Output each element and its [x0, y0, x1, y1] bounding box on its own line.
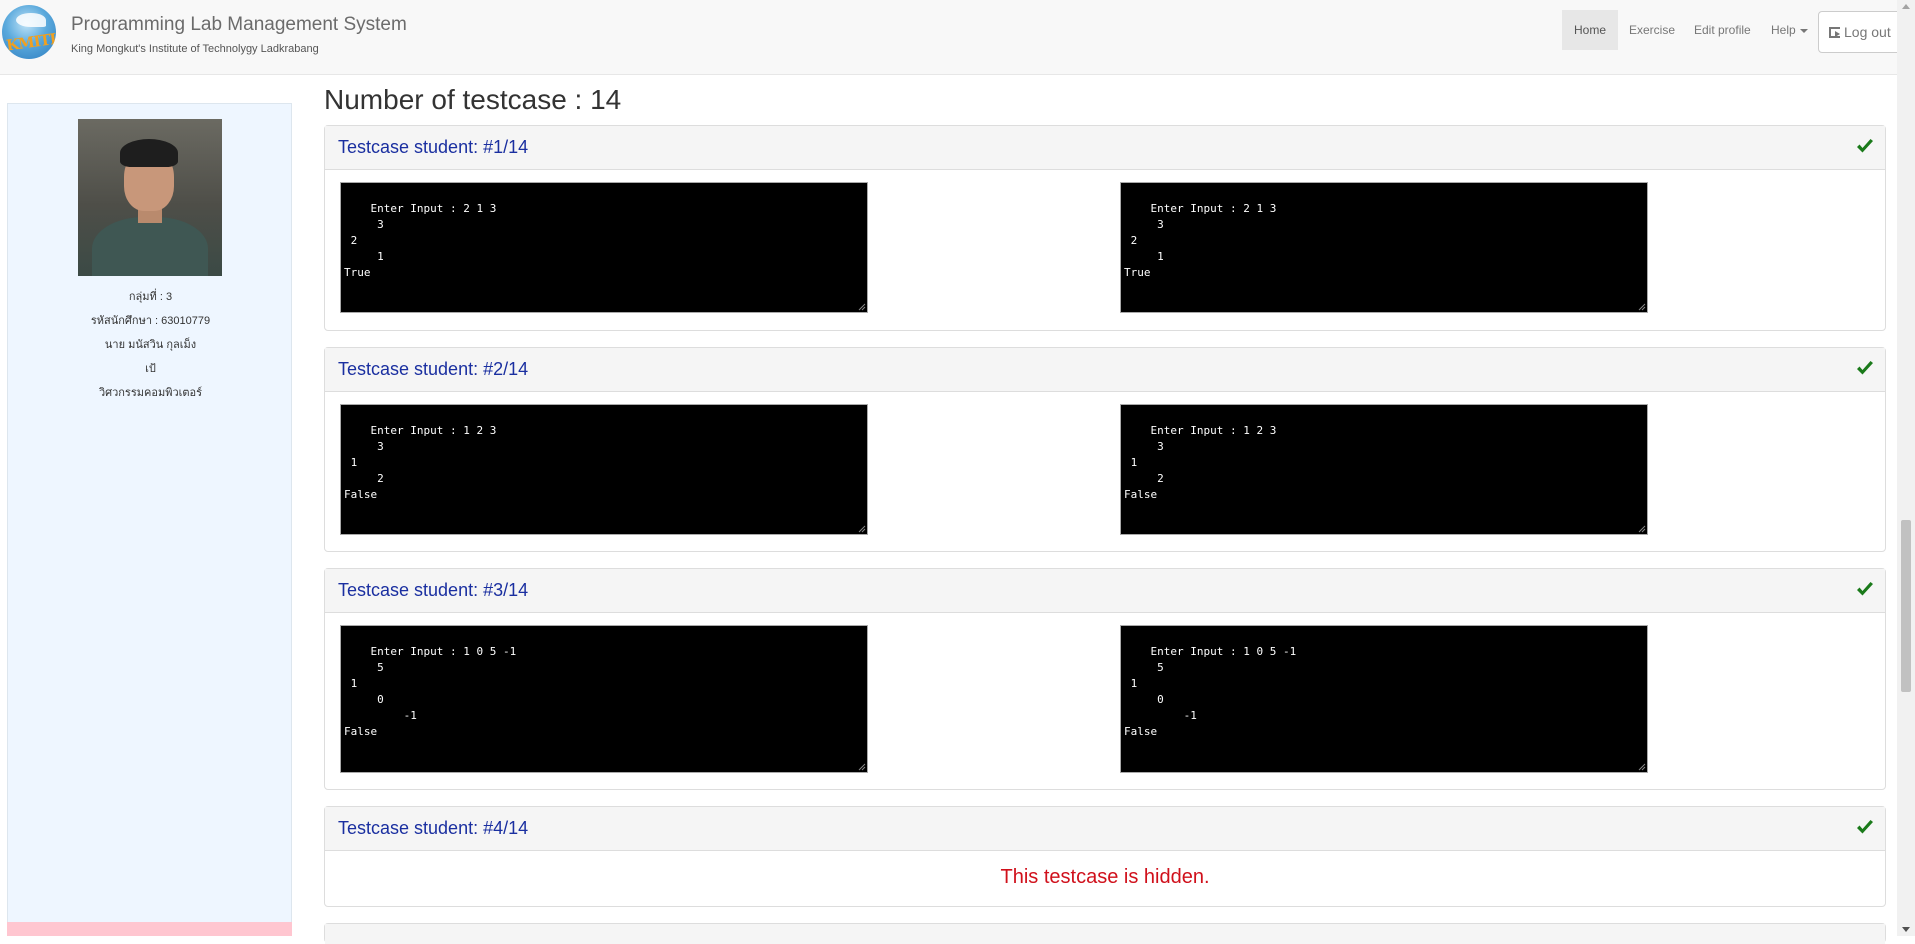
resize-grip-icon[interactable] [858, 763, 866, 771]
profile-sidebar: กลุ่มที่ : 3 รหัสนักศึกษา : 63010779 นาย… [7, 103, 292, 936]
testcase-panel: Testcase student: #4/14 This testcase is… [324, 806, 1886, 907]
student-nickname: เป้ [145, 363, 156, 375]
student-output-text: Enter Input : 2 1 3 3 2 1 True [344, 202, 497, 279]
testcase-title: Testcase student: #3/14 [338, 580, 529, 600]
resize-grip-icon[interactable] [858, 303, 866, 311]
testcase-panel: Testcase student: #1/14 Enter Input : 2 … [324, 125, 1886, 331]
nav-home[interactable]: Home [1562, 10, 1619, 50]
navbar: KMITL Programming Lab Management System … [0, 0, 1908, 75]
expected-output-text: Enter Input : 1 2 3 3 1 2 False [1124, 424, 1277, 501]
student-output-text: Enter Input : 1 0 5 -1 5 1 0 -1 False [344, 645, 517, 738]
logout-icon [1829, 27, 1840, 38]
testcase-title: Testcase student: #4/14 [338, 818, 529, 838]
testcase-title: Testcase student: #1/14 [338, 137, 529, 157]
hidden-testcase-message: This testcase is hidden. [1000, 866, 1210, 888]
check-icon [1857, 582, 1873, 596]
logo-wing-shape [16, 13, 46, 27]
check-icon [1857, 139, 1873, 153]
sidebar-alert-strip [7, 922, 292, 936]
student-id: รหัสนักศึกษา : 63010779 [90, 315, 211, 327]
expected-output-textarea[interactable]: Enter Input : 1 2 3 3 1 2 False [1120, 404, 1648, 535]
student-output-text: Enter Input : 1 2 3 3 1 2 False [344, 424, 497, 501]
resize-grip-icon[interactable] [1638, 303, 1646, 311]
student-faculty: วิศวกรรมคอมพิวเตอร์ [98, 387, 203, 399]
testcase-heading: Testcase student: #4/14 [325, 807, 1885, 851]
kmitl-logo[interactable]: KMITL [2, 5, 56, 59]
resize-grip-icon[interactable] [1638, 525, 1646, 533]
testcase-panel: Testcase student: #3/14 Enter Input : 1 … [324, 568, 1886, 790]
expected-output-text: Enter Input : 2 1 3 3 2 1 True [1124, 202, 1277, 279]
caret-down-icon [1799, 28, 1808, 33]
expected-output-textarea[interactable]: Enter Input : 2 1 3 3 2 1 True [1120, 182, 1648, 313]
student-output-textarea[interactable]: Enter Input : 2 1 3 3 2 1 True [340, 182, 868, 313]
scroll-up-arrow-icon[interactable] [1902, 4, 1910, 9]
student-output-textarea[interactable]: Enter Input : 1 2 3 3 1 2 False [340, 404, 868, 535]
testcase-heading: Testcase student: #2/14 [325, 348, 1885, 392]
check-icon [1857, 361, 1873, 375]
expected-output-text: Enter Input : 1 0 5 -1 5 1 0 -1 False [1124, 645, 1297, 738]
logout-button[interactable]: Log out [1818, 11, 1908, 53]
student-group: กลุ่มที่ : 3 [128, 291, 173, 303]
nav-help-label: Help [1771, 23, 1796, 37]
logout-label: Log out [1844, 24, 1891, 40]
page-title: Number of testcase : 14 [324, 84, 622, 115]
nav-help[interactable]: Help [1759, 10, 1820, 50]
avatar [78, 119, 222, 276]
scroll-thumb[interactable] [1901, 520, 1911, 692]
brand-subtitle: King Mongkut's Institute of Technolygy L… [71, 43, 319, 55]
testcase-heading: Testcase student: #1/14 [325, 126, 1885, 170]
nav-exercise[interactable]: Exercise [1617, 10, 1687, 50]
testcase-panel-next [324, 923, 1886, 944]
student-output-textarea[interactable]: Enter Input : 1 0 5 -1 5 1 0 -1 False [340, 625, 868, 773]
logo-text: KMITL [5, 29, 56, 55]
testcase-heading: Testcase student: #3/14 [325, 569, 1885, 613]
check-icon [1857, 820, 1873, 834]
brand-title[interactable]: Programming Lab Management System [71, 14, 407, 36]
avatar-body-shape [92, 217, 208, 276]
testcase-panel: Testcase student: #2/14 Enter Input : 1 … [324, 347, 1886, 552]
page-scrollbar[interactable] [1897, 0, 1915, 936]
expected-output-textarea[interactable]: Enter Input : 1 0 5 -1 5 1 0 -1 False [1120, 625, 1648, 773]
resize-grip-icon[interactable] [858, 525, 866, 533]
scroll-down-arrow-icon[interactable] [1902, 927, 1910, 932]
testcase-title: Testcase student: #2/14 [338, 359, 529, 379]
student-name: นาย มนัสวิน กุลเม็ง [104, 339, 197, 351]
resize-grip-icon[interactable] [1638, 763, 1646, 771]
avatar-hair-shape [120, 139, 178, 167]
testcase-heading [325, 924, 1885, 944]
nav-edit-profile[interactable]: Edit profile [1682, 10, 1763, 50]
